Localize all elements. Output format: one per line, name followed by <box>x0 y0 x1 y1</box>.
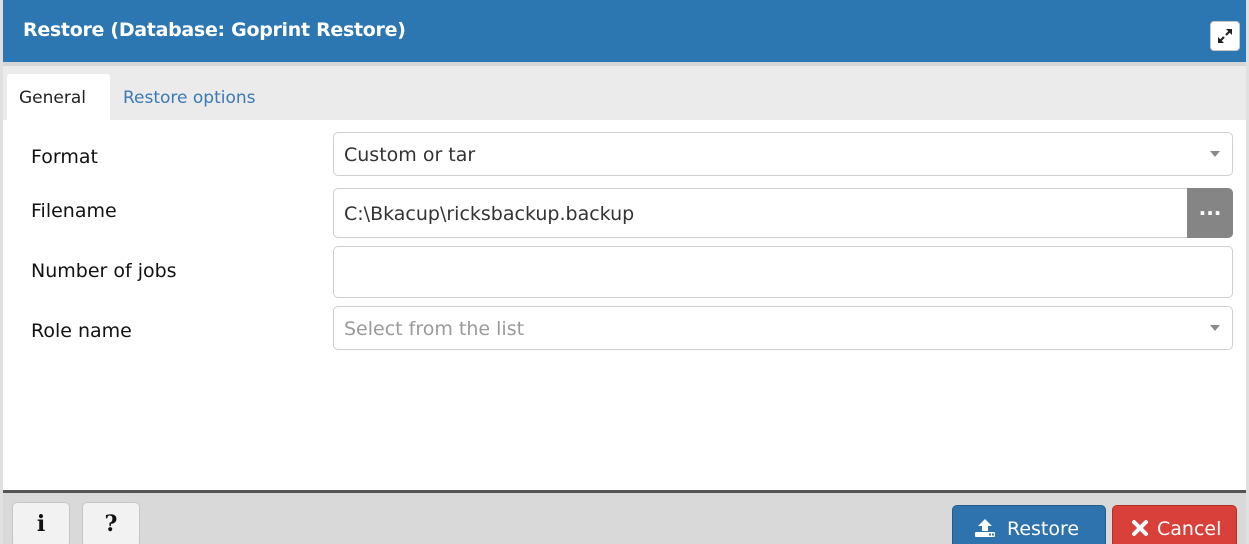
browse-file-button[interactable]: ... <box>1187 188 1233 238</box>
dialog-title: Restore (Database: Goprint Restore) <box>23 19 406 41</box>
tab-bar: General Restore options <box>3 62 1246 120</box>
filename-label: Filename <box>31 200 117 222</box>
close-icon <box>1132 520 1148 536</box>
jobs-label: Number of jobs <box>31 260 177 282</box>
cancel-button-label: Cancel <box>1157 518 1222 540</box>
format-value: Custom or tar <box>344 144 476 166</box>
restore-dialog: Restore (Database: Goprint Restore) Gene… <box>0 0 1249 544</box>
upload-icon <box>975 519 995 537</box>
tab-restore-options[interactable]: Restore options <box>111 74 268 120</box>
chevron-down-icon <box>1210 325 1220 331</box>
restore-button[interactable]: Restore <box>952 505 1106 544</box>
expand-icon <box>1218 29 1232 43</box>
maximize-button[interactable] <box>1210 21 1240 51</box>
chevron-down-icon <box>1210 151 1220 157</box>
role-label: Role name <box>31 320 132 342</box>
jobs-input[interactable] <box>333 246 1233 298</box>
tab-general[interactable]: General <box>7 74 110 120</box>
dialog-titlebar[interactable]: Restore (Database: Goprint Restore) <box>3 0 1246 62</box>
role-select[interactable]: Select from the list <box>333 306 1233 350</box>
info-button[interactable]: i <box>12 502 70 544</box>
filename-value: C:\Bkacup\ricksbackup.backup <box>344 203 635 225</box>
format-select[interactable]: Custom or tar <box>333 132 1233 176</box>
role-placeholder: Select from the list <box>344 318 525 340</box>
dialog-footer: i ? Restore Cancel <box>3 490 1246 544</box>
format-label: Format <box>31 146 98 168</box>
help-button[interactable]: ? <box>82 502 140 544</box>
cancel-button[interactable]: Cancel <box>1112 505 1237 544</box>
restore-button-label: Restore <box>1007 518 1080 540</box>
filename-input[interactable]: C:\Bkacup\ricksbackup.backup ... <box>333 188 1233 238</box>
